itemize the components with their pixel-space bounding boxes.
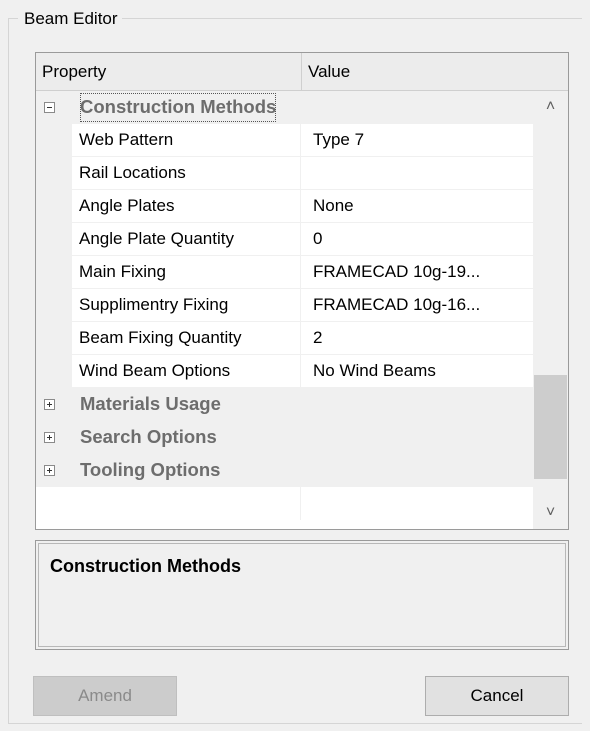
property-name: Angle Plates (72, 190, 301, 223)
chevron-down-icon[interactable]: ˅ (533, 497, 568, 529)
category-label: Tooling Options (80, 459, 221, 480)
property-row-beam-fixing-quantity[interactable]: Beam Fixing Quantity 2 (36, 322, 533, 355)
category-label: Search Options (80, 426, 217, 447)
property-value[interactable]: 2 (301, 322, 533, 355)
property-name: Supplimentry Fixing (72, 289, 301, 322)
description-title: Construction Methods (50, 556, 241, 576)
cancel-button[interactable]: Cancel (425, 676, 569, 716)
collapse-icon[interactable] (44, 102, 55, 113)
description-panel: Construction Methods (35, 540, 569, 650)
property-name: Rail Locations (72, 157, 301, 190)
category-label: Materials Usage (80, 393, 221, 414)
property-row-web-pattern[interactable]: Web Pattern Type 7 (36, 124, 533, 157)
category-label: Construction Methods (78, 91, 278, 124)
property-name: Web Pattern (72, 124, 301, 157)
property-row-angle-plate-quantity[interactable]: Angle Plate Quantity 0 (36, 223, 533, 256)
property-name: Wind Beam Options (72, 355, 301, 388)
category-materials-usage[interactable]: Materials Usage (36, 388, 533, 421)
groupbox-title: Beam Editor (18, 8, 122, 30)
property-value[interactable]: No Wind Beams (301, 355, 533, 388)
property-row-rail-locations[interactable]: Rail Locations (36, 157, 533, 190)
category-construction-methods[interactable]: Construction Methods (36, 91, 533, 124)
property-value[interactable]: FRAMECAD 10g-16... (301, 289, 533, 322)
property-row-angle-plates[interactable]: Angle Plates None (36, 190, 533, 223)
category-tooling-options[interactable]: Tooling Options (36, 454, 533, 487)
grid-header: Property Value (36, 53, 568, 91)
category-search-options[interactable]: Search Options (36, 421, 533, 454)
property-value[interactable]: 0 (301, 223, 533, 256)
chevron-up-icon[interactable]: ˄ (533, 91, 568, 123)
property-row-wind-beam-options[interactable]: Wind Beam Options No Wind Beams (36, 355, 533, 388)
property-row-supplimentry-fixing[interactable]: Supplimentry Fixing FRAMECAD 10g-16... (36, 289, 533, 322)
property-name: Beam Fixing Quantity (72, 322, 301, 355)
property-name: Main Fixing (72, 256, 301, 289)
scrollbar-thumb[interactable] (534, 375, 567, 479)
property-value[interactable] (301, 157, 533, 190)
property-grid[interactable]: Property Value Construction Methods Web … (35, 52, 569, 530)
property-value[interactable]: None (301, 190, 533, 223)
expand-icon[interactable] (44, 399, 55, 410)
expand-icon[interactable] (44, 465, 55, 476)
property-column-header[interactable]: Property (36, 53, 302, 90)
empty-row (36, 487, 533, 520)
property-name: Angle Plate Quantity (72, 223, 301, 256)
amend-button[interactable]: Amend (33, 676, 177, 716)
property-row-main-fixing[interactable]: Main Fixing FRAMECAD 10g-19... (36, 256, 533, 289)
expand-icon[interactable] (44, 432, 55, 443)
property-value[interactable]: FRAMECAD 10g-19... (301, 256, 533, 289)
property-value[interactable]: Type 7 (301, 124, 533, 157)
vertical-scrollbar[interactable]: ˄ ˅ (533, 91, 568, 529)
value-column-header[interactable]: Value (302, 53, 568, 90)
